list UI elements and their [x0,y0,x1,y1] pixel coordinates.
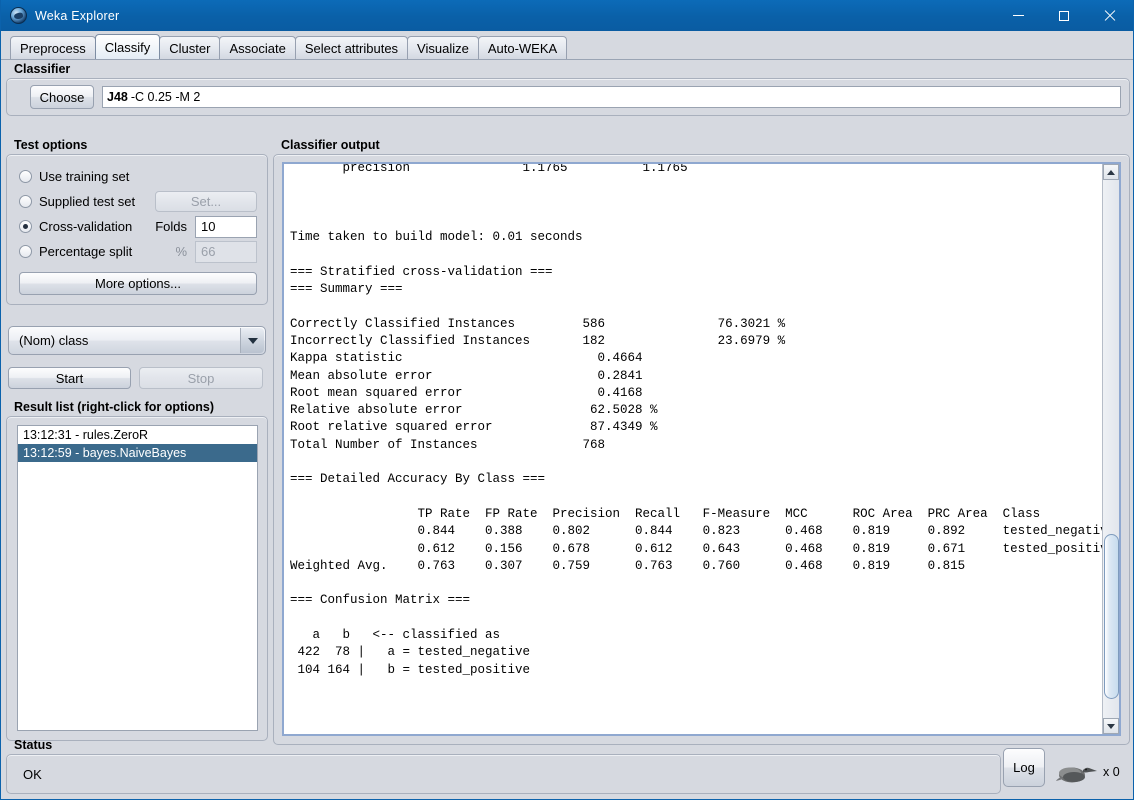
option-label: Supplied test set [39,194,135,209]
title-bar: Weka Explorer [1,0,1133,31]
log-button-label: Log [1013,760,1035,775]
tab-label: Cluster [169,41,210,56]
more-options-button[interactable]: More options... [19,272,257,295]
tab-label: Select attributes [305,41,398,56]
tab-label: Preprocess [20,41,86,56]
radio-cross-validation-icon[interactable] [19,220,32,233]
weka-explorer-window: Weka Explorer Preprocess Classify Cluste… [0,0,1134,800]
scroll-up-button[interactable] [1103,164,1119,180]
result-list-section: Result list (right-click for options) 13… [6,398,268,741]
tab-label: Classify [105,40,151,55]
status-title: Status [6,736,1001,754]
window-controls [995,0,1133,31]
choose-button-label: Choose [40,90,85,105]
folds-label: Folds [155,219,195,234]
log-button[interactable]: Log [1003,748,1045,787]
minimize-button[interactable] [995,0,1041,31]
close-icon [1104,10,1116,22]
radio-supplied-test-set-icon[interactable] [19,195,32,208]
option-label: Cross-validation [39,219,132,234]
status-section: Status OK [6,736,1001,794]
classifier-scheme-name: J48 [107,90,128,104]
tab-label: Visualize [417,41,469,56]
classifier-scheme-options: -C 0.25 -M 2 [131,90,200,104]
triangle-down-icon [1107,724,1115,729]
classifier-section-title: Classifier [6,60,1130,78]
option-use-training-set[interactable]: Use training set [19,164,257,189]
list-item[interactable]: 13:12:31 - rules.ZeroR [18,426,257,444]
bird-count-label: x 0 [1103,765,1120,779]
radio-use-training-set-icon[interactable] [19,170,32,183]
output-vertical-scrollbar[interactable] [1102,164,1119,734]
test-options-section: Test options Use training set Supplied t… [6,136,268,305]
folds-input[interactable]: 10 [195,216,257,238]
list-item[interactable]: 13:12:59 - bayes.NaiveBayes [18,444,257,462]
option-percentage-split[interactable]: Percentage split % 66 [19,239,257,264]
percent-label: % [175,244,195,259]
window-title: Weka Explorer [35,9,119,23]
main-tabs: Preprocess Classify Cluster Associate Se… [1,31,1133,60]
maximize-button[interactable] [1041,0,1087,31]
start-button[interactable]: Start [8,367,131,389]
stop-button: Stop [139,367,263,389]
option-cross-validation[interactable]: Cross-validation Folds 10 [19,214,257,239]
tab-cluster[interactable]: Cluster [159,36,220,59]
tab-preprocess[interactable]: Preprocess [10,36,96,59]
classifier-output-panel: precision 1.1765 1.1765 Time taken to bu… [273,154,1130,745]
percent-input: 66 [195,241,257,263]
weka-bird-status-icon [1053,762,1099,784]
classifier-output-textarea[interactable]: precision 1.1765 1.1765 Time taken to bu… [282,162,1121,736]
percent-value: 66 [201,244,215,259]
classifier-output-title: Classifier output [273,136,1130,154]
choose-button[interactable]: Choose [30,85,94,109]
status-message: OK [23,767,42,782]
scrollbar-thumb[interactable] [1104,534,1119,699]
weka-logo-icon [10,7,27,24]
class-attribute-select[interactable]: (Nom) class [8,326,266,355]
close-button[interactable] [1087,0,1133,31]
tab-classify[interactable]: Classify [95,34,161,59]
result-item-label: 13:12:59 - bayes.NaiveBayes [23,446,186,460]
radio-percentage-split-icon[interactable] [19,245,32,258]
maximize-icon [1059,11,1069,21]
classifier-section: Classifier Choose J48-C 0.25 -M 2 [6,60,1130,116]
class-attribute-value: (Nom) class [19,333,88,348]
tab-label: Associate [229,41,285,56]
more-options-label: More options... [95,276,181,291]
tab-visualize[interactable]: Visualize [407,36,479,59]
test-options-panel: Use training set Supplied test set Set..… [6,154,268,305]
result-item-label: 13:12:31 - rules.ZeroR [23,428,148,442]
option-supplied-test-set[interactable]: Supplied test set Set... [19,189,257,214]
stop-button-label: Stop [188,371,215,386]
set-button: Set... [155,191,257,212]
set-button-label: Set... [191,194,221,209]
result-list-title: Result list (right-click for options) [6,398,268,416]
folds-value: 10 [201,219,215,234]
tab-select-attributes[interactable]: Select attributes [295,36,408,59]
scroll-down-button[interactable] [1103,718,1119,734]
start-button-label: Start [56,371,83,386]
status-panel: OK [6,754,1001,794]
classifier-output-text: precision 1.1765 1.1765 Time taken to bu… [284,162,1121,679]
classifier-scheme-field[interactable]: J48-C 0.25 -M 2 [102,86,1121,108]
chevron-down-icon[interactable] [240,328,264,353]
tab-auto-weka[interactable]: Auto-WEKA [478,36,567,59]
tab-label: Auto-WEKA [488,41,557,56]
caret-shape [248,338,258,344]
result-list-panel: 13:12:31 - rules.ZeroR 13:12:59 - bayes.… [6,416,268,741]
triangle-up-icon [1107,170,1115,175]
classifier-output-section: Classifier output precision 1.1765 1.176… [273,136,1130,745]
result-list[interactable]: 13:12:31 - rules.ZeroR 13:12:59 - bayes.… [17,425,258,731]
test-options-title: Test options [6,136,268,154]
minimize-icon [1013,15,1024,16]
option-label: Percentage split [39,244,132,259]
option-label: Use training set [39,169,129,184]
classifier-panel: Choose J48-C 0.25 -M 2 [6,78,1130,116]
tab-associate[interactable]: Associate [219,36,295,59]
